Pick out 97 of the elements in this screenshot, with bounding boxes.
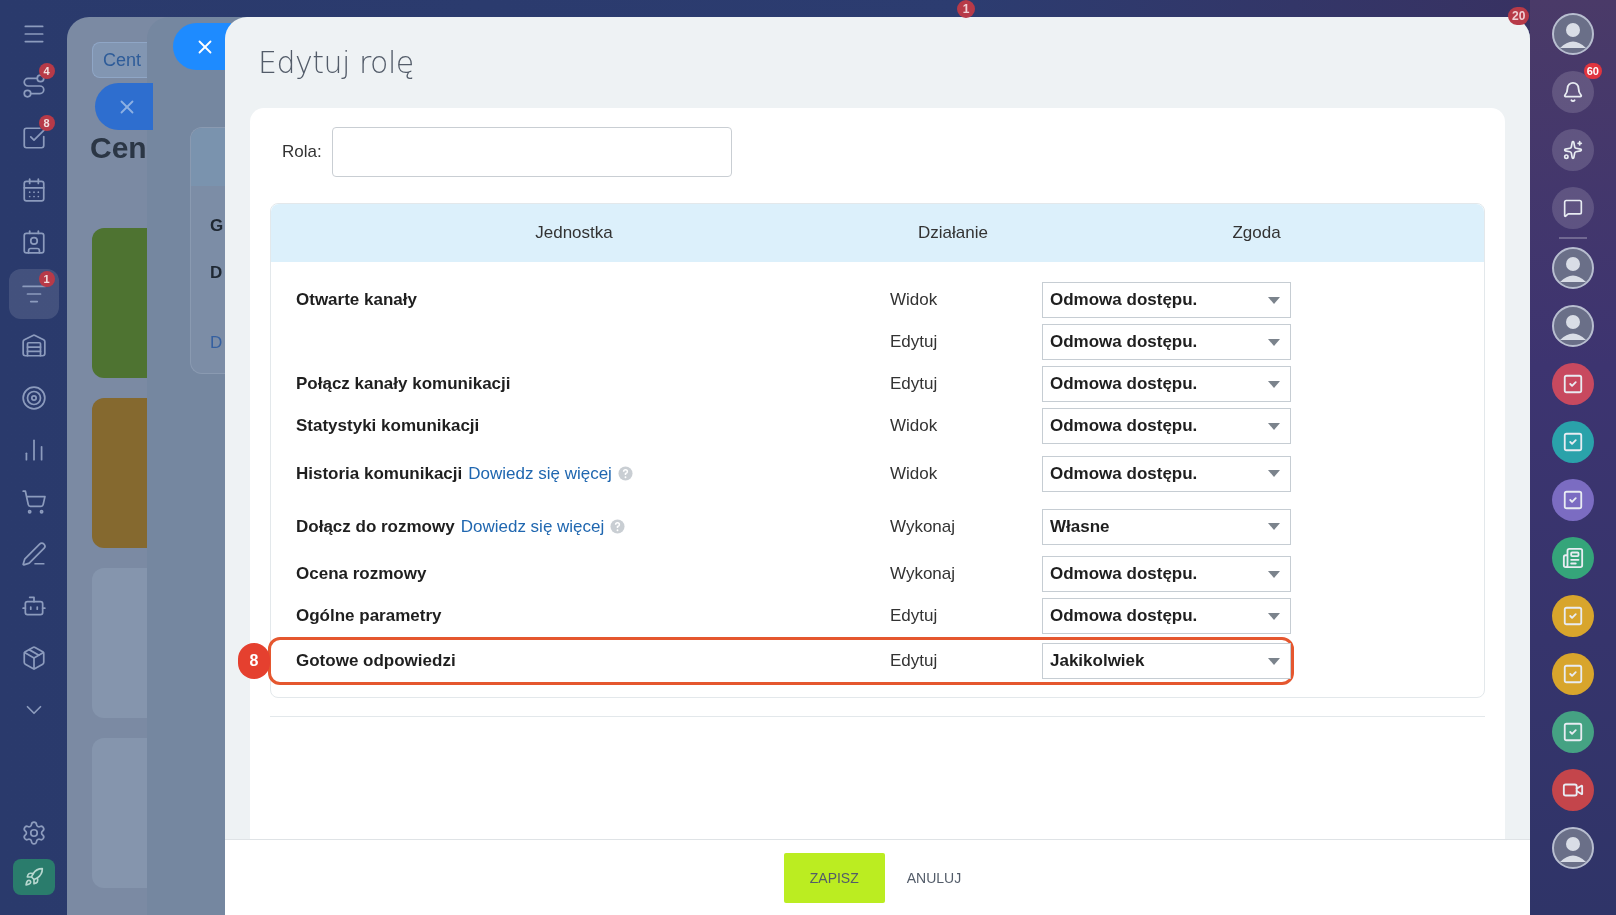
- caret-icon: [1268, 612, 1280, 620]
- caret-icon: [1268, 570, 1280, 578]
- task-button[interactable]: [1552, 421, 1594, 463]
- newspaper-icon: [1562, 547, 1584, 569]
- entity-name: Gotowe odpowiedzi: [296, 651, 456, 671]
- entity-name: Statystyki komunikacji: [296, 416, 480, 436]
- task-button[interactable]: [1552, 711, 1594, 753]
- badge: 20: [1508, 7, 1530, 25]
- entity-name: Historia komunikacji: [296, 463, 463, 484]
- task-button[interactable]: [1552, 653, 1594, 695]
- tile[interactable]: [92, 228, 147, 378]
- caret-icon: [1268, 296, 1280, 304]
- entity-name: Ogólne parametry: [296, 606, 442, 626]
- avatar[interactable]: [1552, 13, 1594, 55]
- role-label: Rola:: [282, 142, 322, 162]
- target-icon: [20, 385, 47, 411]
- learn-more-link[interactable]: Dowiedz się więcej: [468, 463, 612, 484]
- warehouse-icon: [20, 333, 47, 359]
- chat-icon: [1563, 198, 1583, 218]
- entity-name: Otwarte kanały: [296, 290, 417, 310]
- save-button[interactable]: ZAPISZ: [783, 852, 885, 903]
- badge: 4: [38, 63, 55, 79]
- sparkle-button[interactable]: [1552, 129, 1594, 171]
- contact-card-icon: [20, 229, 47, 255]
- step-marker: 8: [238, 643, 270, 679]
- badge: 1: [38, 271, 55, 287]
- box-icon: [20, 645, 47, 671]
- learn-more-link[interactable]: Dowiedz się więcej: [460, 516, 605, 537]
- permission-select[interactable]: Odmowa dostępu.: [1042, 324, 1291, 360]
- card-text: G: [210, 216, 224, 236]
- chat-button[interactable]: [1552, 187, 1594, 229]
- permission-select[interactable]: Odmowa dostępu.: [1042, 598, 1291, 634]
- avatar[interactable]: [1552, 827, 1594, 869]
- task-button[interactable]: [1552, 479, 1594, 521]
- permission-select[interactable]: Odmowa dostępu.: [1042, 282, 1291, 318]
- checkbox-icon: [1562, 605, 1584, 627]
- action-name: Edytuj: [889, 651, 939, 671]
- permission-select[interactable]: Jakikolwiek: [1042, 643, 1291, 679]
- permission-select[interactable]: Własne: [1042, 508, 1291, 545]
- caret-icon: [1268, 422, 1280, 430]
- badge: 8: [38, 115, 55, 131]
- action-name: Widok: [889, 290, 939, 310]
- caret-icon: [1268, 338, 1280, 346]
- settings-icon: [20, 820, 47, 846]
- caret-icon: [1268, 657, 1280, 665]
- news-button[interactable]: [1552, 537, 1594, 579]
- avatar[interactable]: [1552, 247, 1594, 289]
- caret-icon: [1268, 523, 1280, 530]
- permission-select[interactable]: Odmowa dostępu.: [1042, 408, 1291, 444]
- avatar[interactable]: [1552, 305, 1594, 347]
- cart-icon: [20, 489, 47, 515]
- cancel-button[interactable]: ANULUJ: [896, 859, 972, 896]
- rocket-button[interactable]: [12, 859, 55, 895]
- task-button[interactable]: [1552, 363, 1594, 405]
- video-button[interactable]: [1552, 769, 1594, 811]
- column-header: Jednostka: [534, 223, 614, 243]
- column-header: Działanie: [917, 223, 989, 243]
- checkbox-icon: [1562, 373, 1584, 395]
- action-name: Edytuj: [889, 606, 939, 626]
- tile[interactable]: [92, 398, 147, 548]
- badge: 1: [957, 0, 975, 18]
- checkbox-icon: [1562, 663, 1584, 685]
- action-name: Wykonaj: [889, 564, 957, 584]
- column-header: Zgoda: [1231, 223, 1282, 243]
- sidebar-item[interactable]: 4: [8, 61, 59, 111]
- route-icon: [20, 73, 47, 99]
- caret-icon: [1268, 380, 1280, 388]
- action-name: Wykonaj: [889, 516, 957, 537]
- action-name: Widok: [889, 416, 939, 436]
- page-heading: Cen: [90, 131, 147, 165]
- entity-name: Dołącz do rozmowy: [296, 516, 455, 537]
- action-name: Edytuj: [889, 332, 939, 352]
- caret-icon: [1268, 470, 1280, 477]
- checkbox-icon: [20, 125, 47, 151]
- robot-icon: [20, 593, 47, 619]
- dialog-title: Edytuj rolę: [257, 44, 415, 82]
- checkbox-icon: [1562, 431, 1584, 453]
- sparkle-icon: [1563, 140, 1583, 160]
- sidebar-item[interactable]: 1: [8, 269, 59, 319]
- permission-select[interactable]: Odmowa dostępu.: [1042, 455, 1291, 492]
- calendar-icon: [20, 177, 47, 203]
- entity-name: Połącz kanały komunikacji: [296, 374, 511, 394]
- badge: 60: [1583, 63, 1602, 79]
- checkbox-icon: [1562, 721, 1584, 743]
- checkbox-icon: [1562, 489, 1584, 511]
- card-text: D: [210, 263, 223, 283]
- rocket-icon: [23, 867, 44, 887]
- permission-select[interactable]: Odmowa dostępu.: [1042, 556, 1291, 592]
- entity-name: Ocena rozmowy: [296, 564, 427, 584]
- sidebar-item[interactable]: 8: [8, 113, 59, 163]
- role-input[interactable]: [331, 127, 732, 177]
- permission-select[interactable]: Odmowa dostępu.: [1042, 366, 1291, 402]
- action-name: Edytuj: [889, 374, 939, 394]
- pen-icon: [20, 541, 47, 567]
- bell-icon: [1562, 81, 1584, 103]
- task-button[interactable]: [1552, 595, 1594, 637]
- action-name: Widok: [889, 463, 939, 484]
